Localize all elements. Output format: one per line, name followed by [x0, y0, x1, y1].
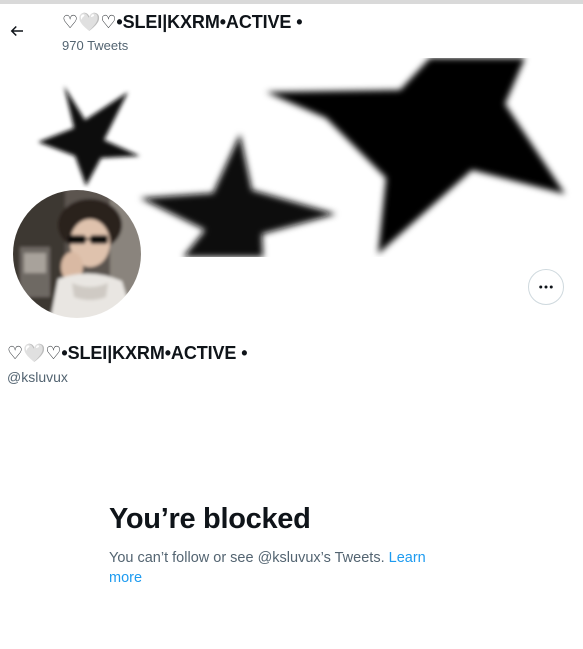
tweet-count: 970 Tweets — [62, 38, 129, 53]
avatar[interactable] — [10, 187, 144, 321]
blocked-message: You can’t follow or see @ksluvux’s Tweet… — [109, 548, 459, 588]
profile-handle: @ksluvux — [7, 369, 68, 385]
more-options-button[interactable] — [528, 269, 564, 305]
more-dots-icon — [539, 285, 553, 289]
header-title: ♡🤍♡•SLEI|KXRM•ACTIVE • — [62, 12, 303, 32]
profile-header-bar: ♡🤍♡•SLEI|KXRM•ACTIVE • 970 Tweets — [0, 4, 583, 58]
blocked-message-text: You can’t follow or see @ksluvux’s Tweet… — [109, 550, 385, 566]
blocked-title: You’re blocked — [109, 503, 311, 535]
profile-display-name: ♡🤍♡•SLEI|KXRM•ACTIVE • — [7, 343, 248, 363]
back-button[interactable] — [4, 18, 30, 44]
profile-page: ♡🤍♡•SLEI|KXRM•ACTIVE • 970 Tweets ♡🤍♡•SL… — [0, 0, 583, 649]
profile-photo — [10, 187, 144, 321]
arrow-left-icon — [10, 25, 23, 37]
